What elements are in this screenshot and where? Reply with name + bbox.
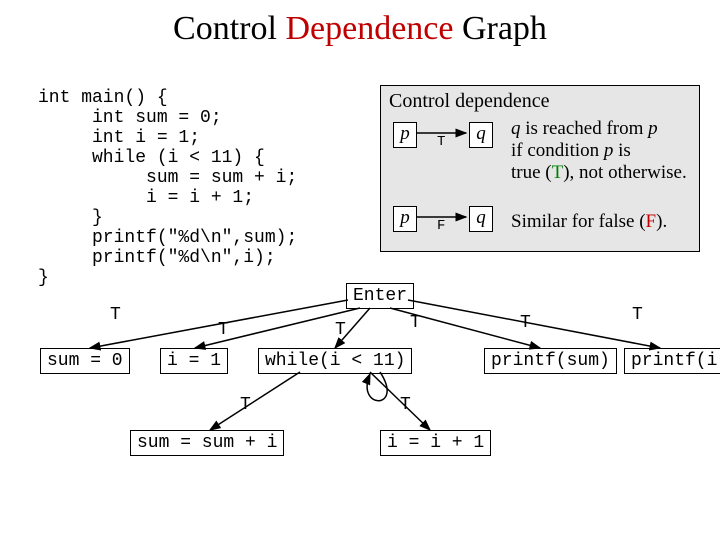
node-i1: i = 1	[160, 348, 228, 374]
edge-t-4: T	[410, 313, 421, 333]
legend-text-1: q is reached from p if condition p is tr…	[511, 118, 687, 184]
legend-text-2: Similar for false (F).	[511, 211, 667, 233]
edge-t-2: T	[218, 320, 229, 340]
edge-t-3: T	[335, 320, 346, 340]
edge-t-6: T	[632, 305, 643, 325]
legend-f-label: F	[437, 218, 445, 234]
node-sumadd: sum = sum + i	[130, 430, 284, 456]
legend-title: Control dependence	[389, 90, 550, 113]
node-sum0: sum = 0	[40, 348, 130, 374]
title-word-1: Control	[173, 10, 285, 47]
legend-box: Control dependence p q T p q F q is reac…	[380, 85, 700, 252]
edge-t-8: T	[400, 395, 411, 415]
code-block: int main() { int sum = 0; int i = 1; whi…	[38, 88, 297, 288]
legend-t-label: T	[437, 134, 445, 150]
node-pi: printf(i)	[624, 348, 720, 374]
legend-q-box-1: q	[469, 122, 493, 148]
slide-title: Control Dependence Graph	[0, 10, 720, 48]
edge-t-7: T	[240, 395, 251, 415]
title-word-2: Dependence	[285, 10, 453, 47]
edge-t-5: T	[520, 313, 531, 333]
node-psum: printf(sum)	[484, 348, 617, 374]
legend-p-box-2: p	[393, 206, 417, 232]
edge-t-1: T	[110, 305, 121, 325]
node-iadd: i = i + 1	[380, 430, 491, 456]
legend-q-box-2: q	[469, 206, 493, 232]
title-word-3: Graph	[453, 10, 546, 47]
node-while: while(i < 11)	[258, 348, 412, 374]
legend-p-box-1: p	[393, 122, 417, 148]
node-enter: Enter	[346, 283, 414, 309]
